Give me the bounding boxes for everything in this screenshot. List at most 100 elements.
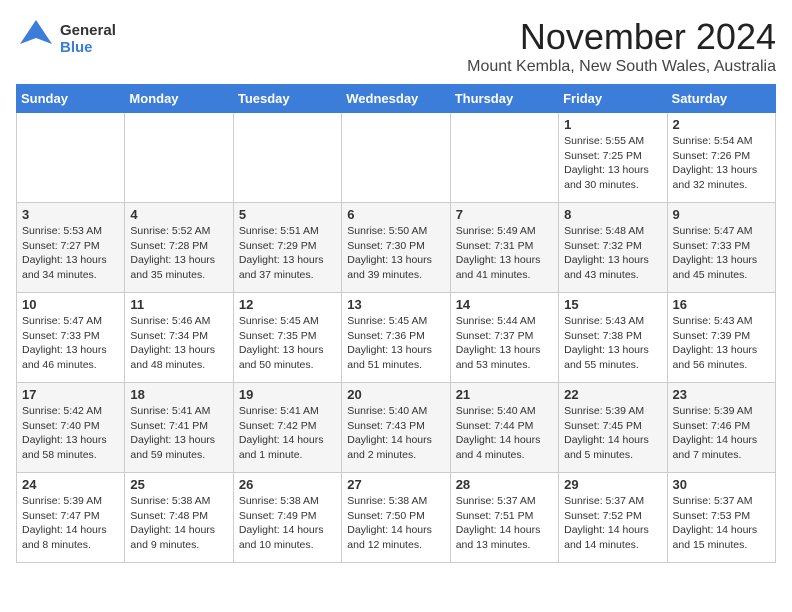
day-number: 4 <box>130 207 227 222</box>
day-info: Sunrise: 5:37 AM Sunset: 7:52 PM Dayligh… <box>564 494 661 553</box>
day-number: 17 <box>22 387 119 402</box>
weekday-header-sunday: Sunday <box>17 85 125 113</box>
logo-general-text: General <box>60 23 116 40</box>
day-info: Sunrise: 5:48 AM Sunset: 7:32 PM Dayligh… <box>564 224 661 283</box>
calendar-cell: 13 Sunrise: 5:45 AM Sunset: 7:36 PM Dayli… <box>342 293 450 383</box>
calendar-cell <box>125 113 233 203</box>
day-number: 2 <box>673 117 770 132</box>
day-info: Sunrise: 5:39 AM Sunset: 7:46 PM Dayligh… <box>673 404 770 463</box>
day-number: 12 <box>239 297 336 312</box>
day-number: 26 <box>239 477 336 492</box>
calendar-week-row: 3Sunrise: 5:53 AM Sunset: 7:27 PM Daylig… <box>17 203 776 293</box>
day-number: 15 <box>564 297 661 312</box>
day-info: Sunrise: 5:53 AM Sunset: 7:27 PM Dayligh… <box>22 224 119 283</box>
day-info: Sunrise: 5:42 AM Sunset: 7:40 PM Dayligh… <box>22 404 119 463</box>
calendar-cell: 18 Sunrise: 5:41 AM Sunset: 7:41 PM Dayli… <box>125 383 233 473</box>
day-info: Sunrise: 5:50 AM Sunset: 7:30 PM Dayligh… <box>347 224 444 283</box>
title-area: November 2024 Mount Kembla, New South Wa… <box>467 16 776 76</box>
weekday-header-saturday: Saturday <box>667 85 775 113</box>
day-number: 18 <box>130 387 227 402</box>
day-number: 9 <box>673 207 770 222</box>
location-subtitle: Mount Kembla, New South Wales, Australia <box>467 58 776 76</box>
calendar-week-row: 10 Sunrise: 5:47 AM Sunset: 7:33 PM Dayli… <box>17 293 776 383</box>
calendar-cell: 8 Sunrise: 5:48 AM Sunset: 7:32 PM Daylig… <box>559 203 667 293</box>
day-info: Sunrise: 5:37 AM Sunset: 7:53 PM Dayligh… <box>673 494 770 553</box>
calendar-cell: 21 Sunrise: 5:40 AM Sunset: 7:44 PM Dayli… <box>450 383 558 473</box>
day-info: Sunrise: 5:51 AM Sunset: 7:29 PM Dayligh… <box>239 224 336 283</box>
day-number: 5 <box>239 207 336 222</box>
calendar-cell <box>233 113 341 203</box>
calendar-cell: 11 Sunrise: 5:46 AM Sunset: 7:34 PM Dayli… <box>125 293 233 383</box>
day-number: 28 <box>456 477 553 492</box>
calendar-cell: 5 Sunrise: 5:51 AM Sunset: 7:29 PM Daylig… <box>233 203 341 293</box>
day-number: 22 <box>564 387 661 402</box>
weekday-header-wednesday: Wednesday <box>342 85 450 113</box>
day-info: Sunrise: 5:41 AM Sunset: 7:41 PM Dayligh… <box>130 404 227 463</box>
day-info: Sunrise: 5:39 AM Sunset: 7:47 PM Dayligh… <box>22 494 119 553</box>
calendar-cell <box>450 113 558 203</box>
weekday-header-friday: Friday <box>559 85 667 113</box>
calendar-cell: 26Sunrise: 5:38 AM Sunset: 7:49 PM Dayli… <box>233 473 341 563</box>
day-number: 1 <box>564 117 661 132</box>
calendar-cell <box>342 113 450 203</box>
calendar-cell: 10 Sunrise: 5:47 AM Sunset: 7:33 PM Dayli… <box>17 293 125 383</box>
day-info: Sunrise: 5:43 AM Sunset: 7:38 PM Dayligh… <box>564 314 661 373</box>
day-info: Sunrise: 5:45 AM Sunset: 7:35 PM Dayligh… <box>239 314 336 373</box>
day-number: 14 <box>456 297 553 312</box>
month-title: November 2024 <box>467 16 776 58</box>
day-info: Sunrise: 5:40 AM Sunset: 7:43 PM Dayligh… <box>347 404 444 463</box>
weekday-header-row: SundayMondayTuesdayWednesdayThursdayFrid… <box>17 85 776 113</box>
day-info: Sunrise: 5:38 AM Sunset: 7:48 PM Dayligh… <box>130 494 227 553</box>
day-number: 16 <box>673 297 770 312</box>
day-info: Sunrise: 5:52 AM Sunset: 7:28 PM Dayligh… <box>130 224 227 283</box>
day-info: Sunrise: 5:44 AM Sunset: 7:37 PM Dayligh… <box>456 314 553 373</box>
day-info: Sunrise: 5:40 AM Sunset: 7:44 PM Dayligh… <box>456 404 553 463</box>
calendar-cell <box>17 113 125 203</box>
day-number: 7 <box>456 207 553 222</box>
day-info: Sunrise: 5:43 AM Sunset: 7:39 PM Dayligh… <box>673 314 770 373</box>
day-number: 10 <box>22 297 119 312</box>
day-number: 8 <box>564 207 661 222</box>
day-info: Sunrise: 5:55 AM Sunset: 7:25 PM Dayligh… <box>564 134 661 193</box>
calendar-cell: 20 Sunrise: 5:40 AM Sunset: 7:43 PM Dayli… <box>342 383 450 473</box>
day-number: 30 <box>673 477 770 492</box>
calendar-cell: 25 Sunrise: 5:38 AM Sunset: 7:48 PM Dayli… <box>125 473 233 563</box>
calendar-cell: 22Sunrise: 5:39 AM Sunset: 7:45 PM Dayli… <box>559 383 667 473</box>
day-info: Sunrise: 5:47 AM Sunset: 7:33 PM Dayligh… <box>22 314 119 373</box>
calendar-cell: 12 Sunrise: 5:45 AM Sunset: 7:35 PM Dayli… <box>233 293 341 383</box>
calendar-cell: 4 Sunrise: 5:52 AM Sunset: 7:28 PM Daylig… <box>125 203 233 293</box>
day-info: Sunrise: 5:38 AM Sunset: 7:50 PM Dayligh… <box>347 494 444 553</box>
calendar-cell: 6 Sunrise: 5:50 AM Sunset: 7:30 PM Daylig… <box>342 203 450 293</box>
day-number: 11 <box>130 297 227 312</box>
calendar-cell: 24Sunrise: 5:39 AM Sunset: 7:47 PM Dayli… <box>17 473 125 563</box>
calendar-cell: 16 Sunrise: 5:43 AM Sunset: 7:39 PM Dayli… <box>667 293 775 383</box>
day-info: Sunrise: 5:54 AM Sunset: 7:26 PM Dayligh… <box>673 134 770 193</box>
calendar-week-row: 17 Sunrise: 5:42 AM Sunset: 7:40 PM Dayli… <box>17 383 776 473</box>
calendar-cell: 17 Sunrise: 5:42 AM Sunset: 7:40 PM Dayli… <box>17 383 125 473</box>
calendar-cell: 29 Sunrise: 5:37 AM Sunset: 7:52 PM Dayli… <box>559 473 667 563</box>
day-number: 6 <box>347 207 444 222</box>
calendar-cell: 15 Sunrise: 5:43 AM Sunset: 7:38 PM Dayli… <box>559 293 667 383</box>
day-number: 19 <box>239 387 336 402</box>
logo: General Blue <box>16 16 116 63</box>
calendar-cell: 7Sunrise: 5:49 AM Sunset: 7:31 PM Daylig… <box>450 203 558 293</box>
day-number: 13 <box>347 297 444 312</box>
logo-blue-text: Blue <box>60 40 116 57</box>
day-number: 25 <box>130 477 227 492</box>
calendar-cell: 30 Sunrise: 5:37 AM Sunset: 7:53 PM Dayli… <box>667 473 775 563</box>
calendar-cell: 23Sunrise: 5:39 AM Sunset: 7:46 PM Dayli… <box>667 383 775 473</box>
day-number: 20 <box>347 387 444 402</box>
day-info: Sunrise: 5:46 AM Sunset: 7:34 PM Dayligh… <box>130 314 227 373</box>
weekday-header-monday: Monday <box>125 85 233 113</box>
calendar-cell: 28 Sunrise: 5:37 AM Sunset: 7:51 PM Dayli… <box>450 473 558 563</box>
calendar-cell: 9 Sunrise: 5:47 AM Sunset: 7:33 PM Daylig… <box>667 203 775 293</box>
day-info: Sunrise: 5:41 AM Sunset: 7:42 PM Dayligh… <box>239 404 336 463</box>
calendar-week-row: 24Sunrise: 5:39 AM Sunset: 7:47 PM Dayli… <box>17 473 776 563</box>
logo-bird-icon <box>16 16 56 63</box>
weekday-header-tuesday: Tuesday <box>233 85 341 113</box>
day-info: Sunrise: 5:47 AM Sunset: 7:33 PM Dayligh… <box>673 224 770 283</box>
day-info: Sunrise: 5:45 AM Sunset: 7:36 PM Dayligh… <box>347 314 444 373</box>
day-number: 21 <box>456 387 553 402</box>
day-info: Sunrise: 5:37 AM Sunset: 7:51 PM Dayligh… <box>456 494 553 553</box>
day-number: 29 <box>564 477 661 492</box>
